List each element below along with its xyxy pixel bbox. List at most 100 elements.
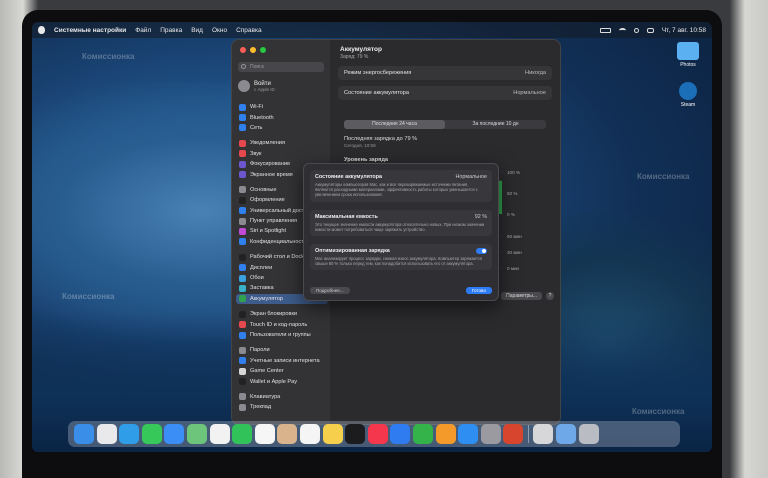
sidebar-item[interactable]: Пароли	[236, 345, 328, 355]
sidebar-item[interactable]: Wallet и Apple Pay	[236, 376, 328, 386]
sidebar-item[interactable]: Экран блокировки	[236, 309, 328, 319]
sidebar-item[interactable]: Уведомления	[236, 138, 328, 148]
menu-edit[interactable]: Правка	[160, 27, 182, 34]
settings-icon[interactable]	[480, 424, 501, 444]
sidebar-item-icon	[239, 321, 246, 329]
health-card: Состояние аккумулятора Нормальное Аккуму…	[310, 170, 492, 202]
finder-icon[interactable]	[74, 424, 94, 444]
sidebar-item-label: Wallet и Apple Pay	[250, 378, 298, 385]
notes-icon[interactable]	[322, 424, 343, 444]
search-input[interactable]: Поиск	[238, 62, 324, 72]
sidebar-item[interactable]: Bluetooth	[236, 112, 328, 122]
messages-icon[interactable]	[141, 424, 162, 444]
sidebar-item-icon	[239, 403, 246, 411]
more-info-button[interactable]: Подробнее...	[310, 287, 350, 294]
menu-file[interactable]: Файл	[135, 27, 151, 34]
zoom-button[interactable]	[260, 47, 266, 53]
sidebar-item-icon	[239, 139, 246, 147]
health-description: Аккумуляторы компьютеров Mac, как и все …	[315, 182, 478, 198]
sidebar-item[interactable]: Wi-Fi	[236, 102, 328, 112]
sidebar-item-label: Экранное время	[250, 171, 293, 178]
sidebar-item-label: Siri и Spotlight	[250, 228, 287, 235]
sidebar-item-icon	[239, 227, 246, 235]
battery-status-icon[interactable]	[599, 27, 611, 33]
menu-window[interactable]: Окно	[212, 27, 227, 34]
page-title: Аккумулятор	[340, 46, 382, 53]
sidebar-item[interactable]: Сеть	[236, 123, 328, 133]
battery-health-value[interactable]: Нормальное	[513, 90, 546, 96]
sidebar-item[interactable]: Touch ID и код-пароль	[236, 319, 328, 329]
pages-icon[interactable]	[435, 424, 456, 444]
facetime-icon[interactable]	[232, 424, 253, 444]
options-button[interactable]: Параметры...	[501, 292, 542, 300]
energy-mode-select[interactable]: Никогда	[525, 70, 546, 76]
sidebar-item-label: Game Center	[250, 368, 284, 375]
sidebar-item-icon	[239, 186, 246, 194]
reminders-icon[interactable]	[299, 424, 320, 444]
safari-icon[interactable]	[119, 424, 140, 444]
menubar-clock[interactable]: Чт, 7 авг. 10:58	[662, 27, 706, 34]
sidebar-item-label: Wi-Fi	[250, 104, 264, 111]
spotlight-icon[interactable]	[633, 27, 639, 33]
search-icon	[241, 64, 246, 69]
sidebar-item-icon	[239, 171, 246, 179]
sidebar-item-label: Обои	[250, 275, 264, 282]
done-button[interactable]: Готово	[465, 287, 492, 294]
menu-view[interactable]: Вид	[191, 27, 203, 34]
mail-icon[interactable]	[164, 424, 185, 444]
chart-ytick-label: 100 %	[507, 170, 520, 175]
sidebar-item-label: Уведомления	[250, 140, 285, 147]
wifi-icon[interactable]	[618, 27, 626, 33]
sidebar-item-label: Пункт управления	[250, 218, 298, 225]
menubar-app-name[interactable]: Системные настройки	[54, 27, 126, 34]
trash-icon[interactable]	[578, 424, 599, 444]
sidebar-item-label: Звук	[250, 150, 262, 157]
sidebar-item-icon	[239, 114, 246, 122]
sidebar-item[interactable]: Трекпад	[236, 402, 328, 412]
photos-icon[interactable]	[209, 424, 230, 444]
sidebar-item[interactable]: Звук	[236, 149, 328, 159]
apple-menu-icon[interactable]	[38, 26, 45, 34]
launchpad-icon[interactable]	[96, 424, 117, 444]
sidebar-item[interactable]: Пользователи и группы	[236, 330, 328, 340]
capacity-card: Максимальная емкость 92 % Это текущее зн…	[310, 210, 492, 237]
music-icon[interactable]	[367, 424, 388, 444]
tab-last-10d[interactable]: За последние 10 дн	[445, 120, 546, 129]
close-button[interactable]	[240, 47, 246, 53]
sidebar-item-label: Универсальный доступ	[250, 207, 311, 214]
tv-icon[interactable]	[345, 424, 366, 444]
sidebar-item-icon	[239, 253, 246, 261]
contacts-icon[interactable]	[277, 424, 298, 444]
last-charge-time: Сегодня, 10:58	[344, 143, 376, 148]
help-button[interactable]: ?	[546, 292, 554, 300]
watermark: Комиссионка	[632, 407, 685, 416]
numbers-icon[interactable]	[412, 424, 433, 444]
avatar	[238, 80, 250, 92]
preview-icon[interactable]	[533, 424, 554, 444]
control-center-icon[interactable]	[646, 27, 654, 33]
keynote-icon[interactable]	[390, 424, 411, 444]
desktop-icon-steam[interactable]: Steam	[668, 82, 708, 108]
sidebar-item[interactable]: Game Center	[236, 366, 328, 376]
sidebar-item-icon	[239, 124, 246, 132]
minimize-button[interactable]	[250, 47, 256, 53]
health-value: Нормальное	[455, 174, 487, 180]
sidebar-item-label: Заставка	[250, 285, 274, 292]
desktop-icon-photos[interactable]: Photos	[668, 42, 708, 68]
sidebar-item-icon	[239, 295, 246, 303]
apple-id-login[interactable]: Войти с Apple ID	[238, 80, 275, 92]
dock-separator	[527, 425, 529, 443]
sidebar-item-label: Bluetooth	[250, 114, 274, 121]
downloads-icon[interactable]	[556, 424, 577, 444]
sidebar-item[interactable]: Учетные записи интернета	[236, 356, 328, 366]
sidebar-item[interactable]: Клавиатура	[236, 392, 328, 402]
tab-last-24h[interactable]: Последние 24 часа	[344, 120, 445, 129]
appstore-icon[interactable]	[458, 424, 479, 444]
menu-help[interactable]: Справка	[236, 27, 262, 34]
battery-health-label: Состояние аккумулятора	[344, 90, 409, 96]
optimized-charging-toggle[interactable]	[476, 248, 487, 254]
sidebar-item-icon	[239, 274, 246, 282]
office-icon[interactable]	[503, 424, 524, 444]
maps-icon[interactable]	[186, 424, 207, 444]
calendar-icon[interactable]	[254, 424, 275, 444]
